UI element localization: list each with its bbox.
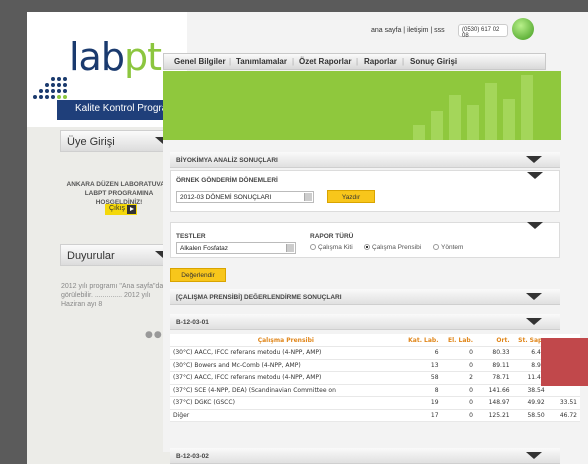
welcome-message: ANKARA DÜZEN LABORATUVARI LABPT PROGRAMI… xyxy=(66,181,172,206)
overlay-panel[interactable] xyxy=(541,338,588,386)
cell-ort: 80.33 xyxy=(475,346,513,360)
logo-pt: pt xyxy=(123,35,162,79)
test-select[interactable]: Alkalen Fosfataz xyxy=(176,242,296,254)
cell-principle: (37°C) AACC, IFCC referans metodu (4-NPP… xyxy=(170,371,402,385)
chevron-down-icon[interactable] xyxy=(526,293,542,300)
cell-ort: 78.71 xyxy=(475,371,513,385)
col-kat-lab[interactable]: Kat. Lab. xyxy=(401,334,442,347)
group-header[interactable]: B-12-03-02 xyxy=(170,448,560,464)
cell-el-lab: 0 xyxy=(441,396,476,410)
table-row: (37°C) SCE (4-NPP, DEA) (Scandinavian Co… xyxy=(170,384,580,397)
radio-calisma-prensibi[interactable]: Çalışma Prensibi xyxy=(364,244,421,251)
logo-wordmark: labpt xyxy=(69,35,162,79)
cell-el-lab: 0 xyxy=(441,346,476,360)
logo-lab: lab xyxy=(69,35,125,79)
main-nav: Genel Bilgiler | Tanımlamalar | Özet Rap… xyxy=(163,53,546,70)
announcements-header[interactable]: Duyurular xyxy=(60,244,178,266)
top-links[interactable]: ana sayfa | iletişim | sss xyxy=(371,27,445,34)
test-select-value: Alkalen Fosfataz xyxy=(180,245,229,252)
cell-ort: 125.21 xyxy=(475,409,513,422)
cell-ort: 89.11 xyxy=(475,359,513,372)
nav-separator: | xyxy=(356,57,359,66)
table-row: (30°C) AACC, IFCC referans metodu (4-NPP… xyxy=(170,346,580,360)
nav-tanimlamalar[interactable]: Tanımlamalar xyxy=(236,57,287,66)
nav-sonuc-girisi[interactable]: Sonuç Girişi xyxy=(410,57,457,66)
cell-principle: (30°C) Bowers and Mc-Comb (4-NPP, AMP) xyxy=(170,359,402,372)
cell-principle: (30°C) AACC, IFCC referans metodu (4-NPP… xyxy=(170,346,402,360)
chevron-down-icon[interactable] xyxy=(526,156,542,163)
cell-kat-lab: 6 xyxy=(401,346,442,360)
cell-el-lab: 0 xyxy=(441,359,476,372)
cell-kat-lab: 17 xyxy=(401,409,442,422)
cell-principle: Diğer xyxy=(170,409,402,422)
cell-el-lab: 2 xyxy=(441,371,476,385)
chevron-down-icon[interactable] xyxy=(526,452,542,459)
cell-extra: 33.51 xyxy=(547,396,580,410)
section-header[interactable]: BİYOKİMYA ANALİZ SONUÇLARI xyxy=(170,152,560,168)
col-ort[interactable]: Ort. xyxy=(475,334,513,347)
radio-yontem[interactable]: Yöntem xyxy=(433,244,463,251)
cell-extra: 46.72 xyxy=(547,409,580,422)
cell-kat-lab: 19 xyxy=(401,396,442,410)
radio-calisma-kiti[interactable]: Çalışma Kiti xyxy=(310,244,353,251)
table-row: (37°C) DGKC (GSCC) 19 0 148.97 49.92 33.… xyxy=(170,396,580,410)
col-calisma-prensibi[interactable]: Çalışma Prensibi xyxy=(170,334,402,347)
member-login-title: Üye Girişi xyxy=(67,136,115,148)
table-row: (30°C) Bowers and Mc-Comb (4-NPP, AMP) 1… xyxy=(170,359,580,372)
table-row: Diğer 17 0 125.21 58.50 46.72 xyxy=(170,409,580,422)
chevron-down-icon[interactable] xyxy=(526,318,542,325)
arrow-right-icon[interactable] xyxy=(127,205,136,214)
period-select[interactable]: 2012-03 DÖNEMİ SONUÇLARI xyxy=(176,191,314,203)
phone-number: (0530) 617 02 08 xyxy=(458,24,508,39)
announcements-title: Duyurular xyxy=(67,250,115,262)
cell-st-sap: 49.92 xyxy=(512,396,548,410)
nav-separator: | xyxy=(402,57,405,66)
cell-kat-lab: 13 xyxy=(401,359,442,372)
report-type-label: RAPOR TÜRÜ xyxy=(310,233,354,240)
cell-principle: (37°C) SCE (4-NPP, DEA) (Scandinavian Co… xyxy=(170,384,402,397)
nav-separator: | xyxy=(229,57,232,66)
results-header[interactable]: [ÇALIŞMA PRENSİBİ] DEĞERLENDİRME SONUÇLA… xyxy=(170,289,560,305)
section-title: BİYOKİMYA ANALİZ SONUÇLARI xyxy=(176,157,278,164)
cell-ort: 148.97 xyxy=(475,396,513,410)
tests-label: TESTLER xyxy=(176,233,206,240)
period-label: ÖRNEK GÖNDERİM DÖNEMLERİ xyxy=(176,177,278,184)
nav-raporlar[interactable]: Raporlar xyxy=(364,57,397,66)
results-title: [ÇALIŞMA PRENSİBİ] DEĞERLENDİRME SONUÇLA… xyxy=(176,294,342,301)
header-banner xyxy=(163,71,561,145)
cell-el-lab: 0 xyxy=(441,409,476,422)
phone-call-icon[interactable] xyxy=(512,18,534,40)
nav-ozet-raporlar[interactable]: Özet Raporlar xyxy=(299,57,351,66)
group-header[interactable]: B-12-03-01 xyxy=(170,314,560,330)
nav-separator: | xyxy=(292,57,295,66)
cell-el-lab: 0 xyxy=(441,384,476,397)
print-button[interactable]: Yazdır xyxy=(327,190,375,203)
group-title: B-12-03-02 xyxy=(176,453,209,460)
dropdown-arrow-icon[interactable] xyxy=(286,244,294,252)
cell-st-sap: 58.50 xyxy=(512,409,548,422)
cell-kat-lab: 58 xyxy=(401,371,442,385)
dropdown-arrow-icon[interactable] xyxy=(304,193,312,201)
table-header-row: Çalışma Prensibi Kat. Lab. El. Lab. Ort.… xyxy=(170,334,580,347)
col-el-lab[interactable]: El. Lab. xyxy=(441,334,476,347)
chevron-down-icon[interactable] xyxy=(527,222,543,229)
nav-genel-bilgiler[interactable]: Genel Bilgiler xyxy=(174,57,226,66)
evaluate-button[interactable]: Değerlendir xyxy=(170,268,226,282)
group-title: B-12-03-01 xyxy=(176,319,209,326)
results-table: Çalışma Prensibi Kat. Lab. El. Lab. Ort.… xyxy=(170,334,580,422)
announcement-text: 2012 yılı programı "Ana sayfa"da görüleb… xyxy=(61,283,164,308)
cell-kat-lab: 8 xyxy=(401,384,442,397)
chevron-down-icon[interactable] xyxy=(527,172,543,179)
member-login-header[interactable]: Üye Girişi xyxy=(60,130,178,152)
period-select-value: 2012-03 DÖNEMİ SONUÇLARI xyxy=(180,194,272,201)
cell-principle: (37°C) DGKC (GSCC) xyxy=(170,396,402,410)
table-row: (37°C) AACC, IFCC referans metodu (4-NPP… xyxy=(170,371,580,385)
cell-ort: 141.66 xyxy=(475,384,513,397)
